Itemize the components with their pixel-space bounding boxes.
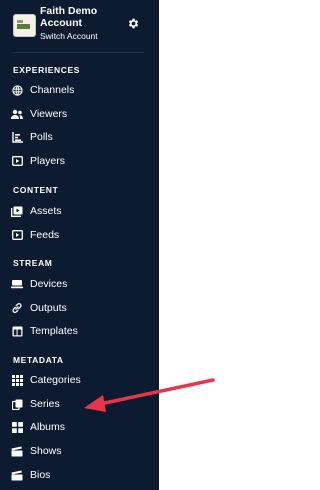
section-content: CONTENT <box>13 185 59 195</box>
sidebar-item-assets[interactable]: Assets <box>11 202 151 220</box>
sidebar-item-bios[interactable]: Bios <box>11 466 151 484</box>
sidebar-item-label: Viewers <box>30 108 68 120</box>
sidebar-item-feeds[interactable]: Feeds <box>11 226 151 244</box>
albums-icon <box>11 421 23 433</box>
bios-icon <box>11 469 23 481</box>
device-icon <box>11 278 23 290</box>
template-icon <box>11 325 23 337</box>
poll-icon <box>11 131 23 143</box>
globe-icon <box>11 84 23 96</box>
sidebar-item-polls[interactable]: Polls <box>11 128 151 146</box>
sidebar-item-label: Categories <box>30 374 81 386</box>
account-avatar <box>13 14 36 37</box>
sidebar-item-label: Feeds <box>30 229 60 241</box>
sidebar-item-label: Assets <box>30 205 62 217</box>
sidebar-item-templates[interactable]: Templates <box>11 322 151 340</box>
sidebar-item-label: Channels <box>30 84 75 96</box>
sidebar-item-label: Albums <box>30 421 66 433</box>
series-icon <box>11 398 23 410</box>
sidebar-item-label: Polls <box>30 131 53 143</box>
sidebar-item-label: Bios <box>30 469 51 481</box>
player-icon <box>11 155 23 167</box>
feed-icon <box>11 229 23 241</box>
account-name: Faith Demo Account <box>40 5 98 29</box>
switch-account-link[interactable]: Switch Account <box>40 31 98 41</box>
sidebar-item-outputs[interactable]: Outputs <box>11 299 151 317</box>
sidebar-item-players[interactable]: Players <box>11 152 151 170</box>
sidebar-item-label: Outputs <box>30 302 67 314</box>
section-stream: STREAM <box>13 258 53 268</box>
shows-icon <box>11 445 23 457</box>
sidebar-item-shows[interactable]: Shows <box>11 442 151 460</box>
sidebar-item-albums[interactable]: Albums <box>11 418 151 436</box>
sidebar-item-label: Devices <box>30 278 68 290</box>
divider <box>12 52 144 53</box>
users-icon <box>11 108 23 120</box>
account-switcher[interactable]: Faith Demo Account Switch Account <box>0 0 159 52</box>
section-metadata: METADATA <box>13 355 64 365</box>
sidebar-item-channels[interactable]: Channels <box>11 81 151 99</box>
sidebar-item-devices[interactable]: Devices <box>11 275 151 293</box>
sidebar-item-categories[interactable]: Categories <box>11 371 151 389</box>
sidebar-item-label: Series <box>30 398 60 410</box>
sidebar-item-label: Players <box>30 155 66 167</box>
assets-icon <box>11 205 23 217</box>
gear-icon[interactable] <box>127 17 140 30</box>
link-icon <box>11 302 23 314</box>
sidebar-item-viewers[interactable]: Viewers <box>11 105 151 123</box>
sidebar-item-series[interactable]: Series <box>11 395 151 413</box>
sidebar-item-label: Templates <box>30 325 78 337</box>
sidebar: Faith Demo Account Switch Account EXPERI… <box>0 0 159 490</box>
sidebar-item-label: Shows <box>30 445 62 457</box>
section-experiences: EXPERIENCES <box>13 65 81 75</box>
categories-icon <box>11 374 23 386</box>
